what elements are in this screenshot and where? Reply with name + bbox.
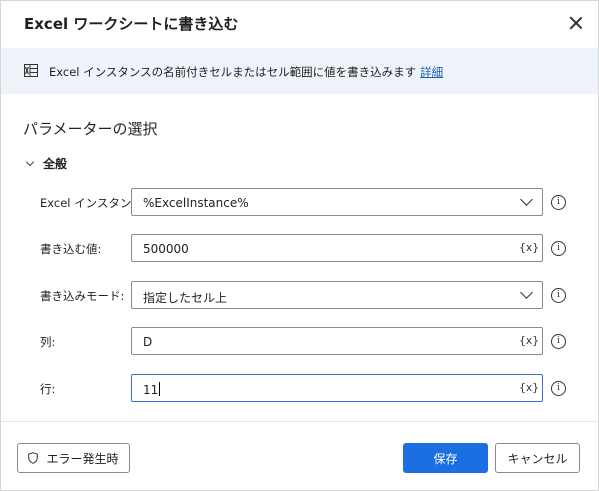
variable-picker-button[interactable]: {x} [519, 381, 539, 394]
group-label: 全般 [43, 157, 68, 171]
footer-divider [1, 421, 598, 422]
write-mode-dropdown[interactable]: 指定したセル上 [131, 281, 543, 309]
cancel-button[interactable]: キャンセル [495, 443, 580, 473]
chevron-down-icon [520, 193, 533, 206]
write-mode-value: 指定したセル上 [143, 291, 228, 305]
value-to-write-value: 500000 [143, 242, 189, 256]
variable-picker-button[interactable]: {x} [519, 334, 539, 347]
row-label: 行: [40, 382, 56, 396]
column-input[interactable]: D {x} [131, 327, 543, 355]
row-value-wrap: 11 [143, 382, 161, 397]
row-input[interactable]: 11 {x} [131, 374, 543, 402]
save-button[interactable]: 保存 [403, 443, 488, 473]
column-value: D [143, 335, 153, 349]
row-value: 11 [143, 383, 159, 397]
on-error-button[interactable]: エラー発生時 [17, 443, 130, 473]
section-title: パラメーターの選択 [23, 120, 158, 138]
column-label: 列: [40, 335, 56, 349]
shield-icon [28, 452, 39, 464]
chevron-down-icon [25, 157, 35, 167]
write-to-excel-dialog: Excel ワークシートに書き込む Excel インスタンスの名前付きセルまたは… [0, 0, 599, 491]
info-icon[interactable]: i [551, 241, 566, 256]
dialog-title: Excel ワークシートに書き込む [24, 15, 239, 33]
info-icon[interactable]: i [551, 334, 566, 349]
details-link[interactable]: 詳細 [420, 65, 443, 79]
close-icon[interactable] [566, 13, 586, 33]
excel-instance-dropdown[interactable]: %ExcelInstance% [131, 188, 543, 216]
value-to-write-input[interactable]: 500000 {x} [131, 234, 543, 262]
excel-icon [24, 64, 38, 77]
write-mode-label: 書き込みモード: [40, 289, 125, 303]
chevron-down-icon [520, 286, 533, 299]
on-error-label: エラー発生時 [46, 451, 119, 466]
variable-picker-button[interactable]: {x} [519, 241, 539, 254]
info-banner: Excel インスタンスの名前付きセルまたはセル範囲に値を書き込みます 詳細 [1, 48, 598, 94]
banner-description-text: Excel インスタンスの名前付きセルまたはセル範囲に値を書き込みます [49, 65, 417, 79]
excel-instance-value: %ExcelInstance% [143, 196, 249, 210]
value-to-write-label: 書き込む値: [40, 242, 102, 256]
general-group-toggle[interactable]: 全般 [25, 155, 67, 172]
banner-description: Excel インスタンスの名前付きセルまたはセル範囲に値を書き込みます 詳細 [49, 64, 443, 80]
info-icon[interactable]: i [551, 381, 566, 396]
info-icon[interactable]: i [551, 195, 566, 210]
text-cursor [159, 382, 161, 396]
info-icon[interactable]: i [551, 288, 566, 303]
